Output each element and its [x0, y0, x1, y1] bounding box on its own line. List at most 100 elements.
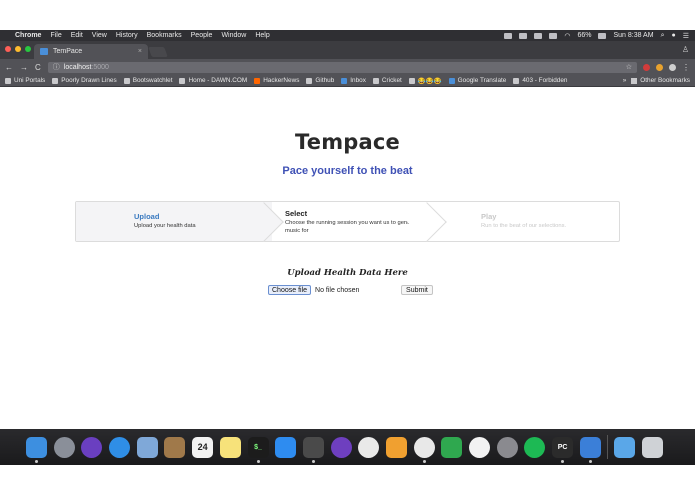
status-icon[interactable] [519, 32, 528, 39]
menu-help[interactable]: Help [255, 32, 269, 39]
spotify-icon[interactable] [524, 436, 546, 458]
step-select[interactable]: Select Choose the running session you wa… [272, 202, 447, 242]
bookmark-star-icon[interactable]: ☆ [626, 63, 632, 71]
new-tab-button[interactable] [148, 47, 168, 57]
minimize-window-icon[interactable] [15, 46, 21, 52]
safari-icon[interactable] [109, 436, 131, 458]
extension-icon[interactable] [643, 63, 650, 71]
step-title: Play [481, 212, 497, 221]
bookmark-cricket[interactable]: Cricket [372, 77, 402, 84]
page-icon [513, 77, 520, 84]
other-bookmarks-label: Other Bookmarks [640, 77, 690, 84]
menu-chrome[interactable]: Chrome [15, 32, 41, 39]
bookmark-403-forbidden[interactable]: 403 - Forbidden [513, 77, 567, 84]
info-icon[interactable]: ⓘ [53, 62, 60, 72]
bookmark-poorly-drawn-lines[interactable]: Poorly Drawn Lines [52, 77, 117, 84]
bookmark-emoji[interactable]: 😂😂😂 [408, 77, 442, 85]
xcode-icon[interactable] [579, 436, 601, 463]
chrome-icon[interactable] [413, 436, 435, 463]
bookmark-uni-portals[interactable]: Uni Portals [5, 77, 45, 84]
bookmark-label: Google Translate [457, 77, 507, 84]
numbers-icon[interactable] [441, 436, 463, 458]
bookmark-github[interactable]: Github [306, 77, 334, 84]
github-icon [306, 77, 313, 84]
menu-edit[interactable]: Edit [71, 32, 83, 39]
profile-icon[interactable]: ♙ [682, 45, 689, 54]
bookmark-bootswatchlet[interactable]: Bootswatchlet [123, 77, 172, 84]
messages-icon[interactable] [275, 436, 297, 458]
page-subtitle: Pace yourself to the beat [282, 165, 413, 177]
screen: Chrome File Edit View History Bookmarks … [0, 0, 695, 494]
battery-status[interactable]: 66% [577, 32, 591, 39]
siri-icon[interactable] [81, 436, 103, 458]
menu-view[interactable]: View [92, 32, 107, 39]
close-window-icon[interactable] [5, 46, 11, 52]
tab-tempace[interactable]: TemPace × [34, 44, 148, 59]
bookmark-label: Cricket [381, 77, 402, 84]
menu-history[interactable]: History [116, 32, 138, 39]
status-tray: ◠ 66% Sun 8:38 AM ⌕ ● ☰ [497, 32, 689, 40]
terminal-icon[interactable]: $_ [247, 436, 269, 463]
extension-icon[interactable] [656, 63, 663, 71]
clock[interactable]: Sun 8:38 AM [613, 32, 653, 39]
notes-icon[interactable] [219, 436, 241, 458]
bookmark-inbox[interactable]: Inbox [341, 77, 366, 84]
airplay-icon[interactable] [534, 32, 543, 39]
system-preferences-icon[interactable] [496, 436, 518, 458]
wifi-icon[interactable]: ◠ [564, 32, 570, 40]
menu-window[interactable]: Window [221, 32, 246, 39]
more-bookmarks-chevron-icon[interactable]: » [623, 77, 627, 84]
launchpad-icon[interactable] [53, 436, 75, 458]
choose-file-button[interactable]: Choose file [268, 285, 312, 295]
extension-icon[interactable] [669, 63, 676, 71]
menu-bookmarks[interactable]: Bookmarks [147, 32, 182, 39]
page-icon [408, 77, 415, 84]
bluetooth-icon[interactable] [549, 32, 558, 39]
upload-form: Choose file No file chosen Submit [268, 285, 433, 295]
forward-button[interactable]: → [20, 63, 28, 72]
sublime-icon[interactable] [302, 436, 324, 463]
bookmark-label: 403 - Forbidden [522, 77, 568, 84]
trash-icon[interactable] [642, 436, 664, 458]
itunes-icon[interactable] [469, 436, 490, 458]
chrome-menu-icon[interactable]: ⋮ [682, 63, 690, 72]
bookmark-label: HackerNews [263, 77, 300, 84]
dock-separator [607, 435, 609, 459]
step-progress: Upload Upload your health data Select Ch… [75, 201, 620, 242]
bookmark-hackernews[interactable]: HackerNews [254, 77, 299, 84]
back-button[interactable]: ← [5, 63, 13, 72]
menu-people[interactable]: People [191, 32, 213, 39]
bookmarks-bar: Uni Portals Poorly Drawn Lines Bootswatc… [0, 75, 695, 87]
notification-center-icon[interactable]: ☰ [683, 32, 689, 40]
mail-icon[interactable] [136, 436, 158, 458]
step-description: Run to the beat of our selections. [481, 223, 567, 229]
status-icon[interactable] [504, 32, 513, 39]
contacts-icon[interactable] [164, 436, 186, 458]
pycharm-icon[interactable]: PC [552, 436, 574, 463]
address-bar[interactable]: ⓘ localhost :5000 ☆ [47, 61, 637, 73]
page-title: Tempace [295, 130, 400, 154]
bookmark-google-translate[interactable]: Google Translate [448, 77, 507, 84]
bookmark-dawn[interactable]: Home - DAWN.COM [179, 77, 247, 84]
finder-icon[interactable] [26, 436, 47, 463]
top-margin [0, 0, 695, 30]
file-status: No file chosen [315, 286, 360, 294]
step-play[interactable]: Play Run to the beat of our selections. [435, 202, 619, 241]
pages-icon[interactable] [385, 436, 407, 458]
zoom-window-icon[interactable] [25, 46, 31, 52]
url-port: :5000 [91, 63, 109, 71]
input-source-icon[interactable] [598, 32, 607, 39]
reload-button[interactable]: C [35, 63, 41, 72]
photos-icon[interactable] [358, 436, 380, 458]
github-icon[interactable] [330, 436, 352, 458]
tab-close-icon[interactable]: × [138, 48, 142, 55]
user-avatar-icon[interactable]: ● [671, 32, 675, 39]
menu-file[interactable]: File [50, 32, 61, 39]
spotlight-icon[interactable]: ⌕ [661, 32, 665, 40]
calendar-icon[interactable]: 24 [192, 436, 214, 458]
upload-heading: Upload Health Data Here [287, 268, 408, 278]
other-bookmarks[interactable]: » Other Bookmarks [623, 77, 690, 84]
downloads-folder-icon[interactable] [614, 436, 636, 458]
step-upload[interactable]: Upload Upload your health data [76, 202, 284, 242]
submit-button[interactable]: Submit [401, 285, 433, 295]
